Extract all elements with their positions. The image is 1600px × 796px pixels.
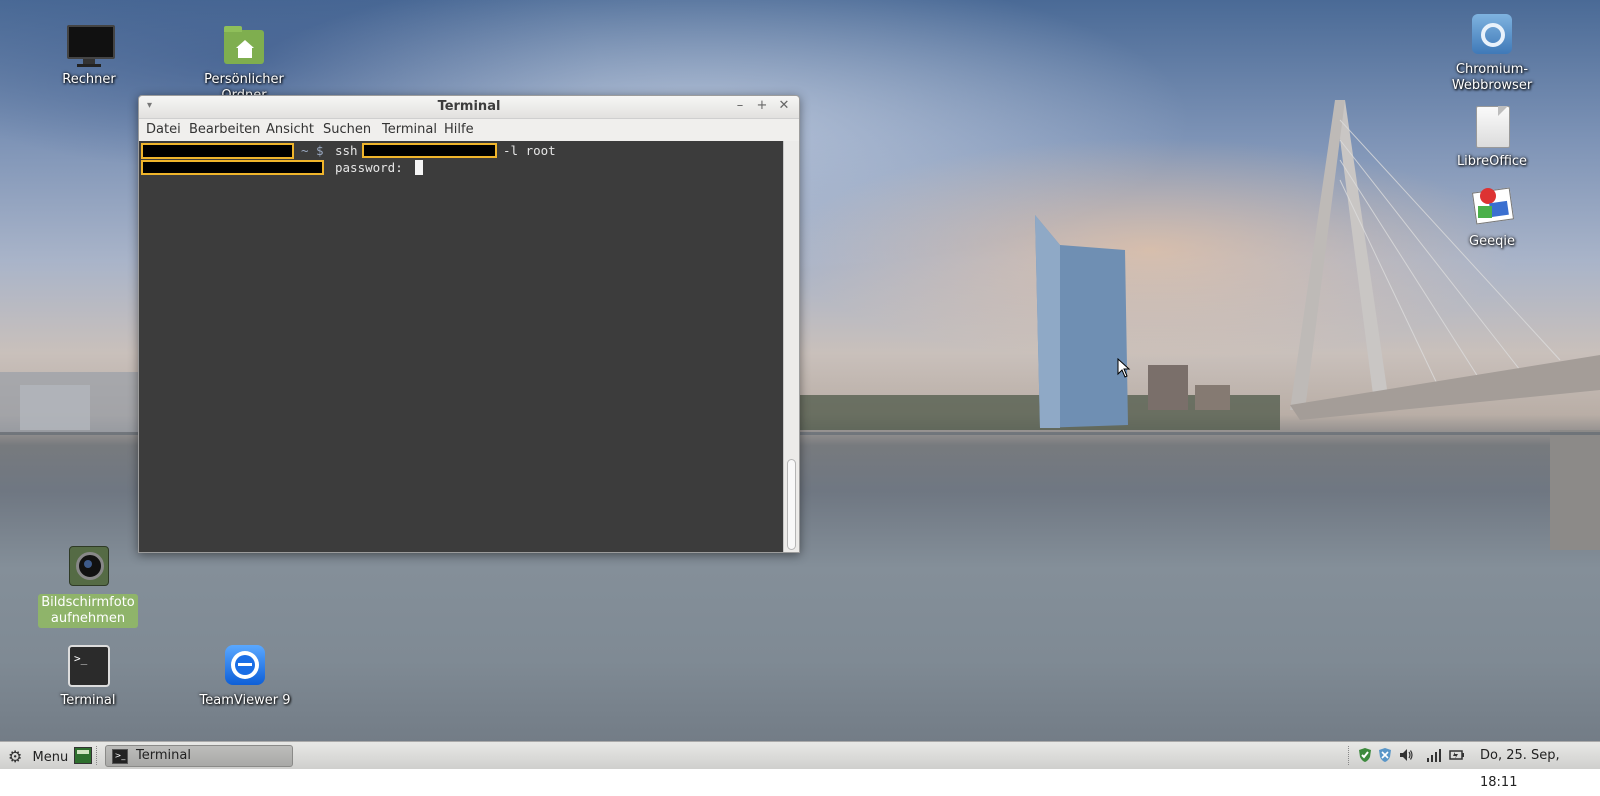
desktop-icon-label: Bildschirmfoto (41, 595, 135, 610)
password-prompt: password: (335, 160, 403, 175)
desktop-icon-teamviewer[interactable]: TeamViewer 9 (190, 643, 300, 709)
redacted-login-target (141, 160, 324, 175)
menu-ansicht[interactable]: Ansicht (266, 122, 314, 137)
taskbar-menu-label: Menu (32, 750, 69, 765)
window-title: Terminal (437, 99, 501, 114)
maximize-button[interactable]: + (755, 98, 769, 113)
desktop-icon-home-folder[interactable]: Persönlicher Ordner (189, 22, 299, 104)
camera-icon (64, 544, 112, 592)
taskbar-clock[interactable]: Do, 25. Sep, 18:11 (1480, 742, 1600, 790)
window-titlebar[interactable]: ▾ Terminal – + ✕ (139, 96, 799, 119)
window-menubar: Datei Bearbeiten Ansicht Suchen Terminal… (139, 119, 799, 141)
desktop-icon-geeqie[interactable]: Geeqie (1437, 184, 1547, 250)
monitor-icon (65, 22, 115, 70)
desktop-icon-label: Webbrowser (1451, 78, 1533, 93)
redacted-user-host (141, 143, 294, 159)
battery-icon[interactable] (1449, 747, 1465, 763)
network-signal-icon[interactable] (1426, 747, 1442, 763)
desktop-icon-computer[interactable]: Rechner (34, 22, 144, 88)
desktop-icon-terminal[interactable]: >_ Terminal (33, 643, 143, 709)
minimize-button[interactable]: – (733, 98, 747, 113)
desktop-icon-label: aufnehmen (50, 611, 126, 626)
shield-check-icon[interactable] (1357, 747, 1373, 763)
terminal-icon: >_ (64, 643, 112, 691)
taskbar-menu-button[interactable]: ⚙ Menu (8, 742, 68, 769)
desktop-icon-label: Terminal (60, 693, 116, 708)
mouse-pointer-icon (1117, 358, 1131, 378)
taskbar-window-terminal[interactable]: >_ Terminal (105, 745, 293, 767)
desktop-icon-chromium[interactable]: Chromium- Webbrowser (1437, 12, 1547, 94)
home-folder-icon (220, 22, 268, 70)
libreoffice-icon (1468, 104, 1516, 152)
scrollbar-thumb[interactable] (787, 459, 796, 550)
taskbar-divider (96, 746, 98, 765)
desktop-icon-label: TeamViewer 9 (199, 693, 291, 708)
terminal-icon: >_ (112, 749, 128, 764)
menu-terminal[interactable]: Terminal (382, 122, 437, 137)
volume-icon[interactable] (1398, 747, 1414, 763)
command-args: -l root (503, 143, 556, 158)
desktop-icon-label: LibreOffice (1456, 154, 1528, 169)
desktop-icon-label: Chromium- (1455, 62, 1529, 77)
show-desktop-icon[interactable] (74, 747, 92, 764)
menu-suchen[interactable]: Suchen (323, 122, 371, 137)
geeqie-icon (1468, 184, 1516, 232)
update-manager-icon[interactable] (1377, 747, 1393, 763)
chromium-icon (1468, 12, 1516, 60)
desktop-icon-screenshot[interactable]: Bildschirmfoto aufnehmen (33, 544, 143, 628)
close-button[interactable]: ✕ (777, 98, 791, 113)
terminal-scrollbar[interactable] (783, 141, 799, 552)
redacted-hostname (362, 143, 497, 158)
menu-bearbeiten[interactable]: Bearbeiten (189, 122, 260, 137)
tray-divider (1348, 746, 1350, 765)
terminal-output[interactable]: ~ $ ssh -l root password: (139, 141, 784, 552)
taskbar-window-label: Terminal (136, 748, 191, 763)
terminal-window[interactable]: ▾ Terminal – + ✕ Datei Bearbeiten Ansich… (138, 95, 800, 553)
desktop-icon-label: Rechner (62, 72, 116, 87)
text-cursor (415, 160, 423, 175)
prompt-suffix: ~ $ (301, 143, 324, 158)
desktop-icon-label: Geeqie (1469, 234, 1515, 249)
command-text: ssh (335, 143, 358, 158)
taskbar: ⚙ Menu >_ Terminal Do, 25. Sep, 18:11 (0, 741, 1600, 790)
desktop-icon-libreoffice[interactable]: LibreOffice (1437, 104, 1547, 170)
gear-icon: ⚙ (8, 747, 23, 766)
menu-hilfe[interactable]: Hilfe (444, 122, 474, 137)
desktop-icon-label-block: Bildschirmfoto aufnehmen (38, 594, 138, 628)
teamviewer-icon (221, 643, 269, 691)
menu-datei[interactable]: Datei (146, 122, 181, 137)
